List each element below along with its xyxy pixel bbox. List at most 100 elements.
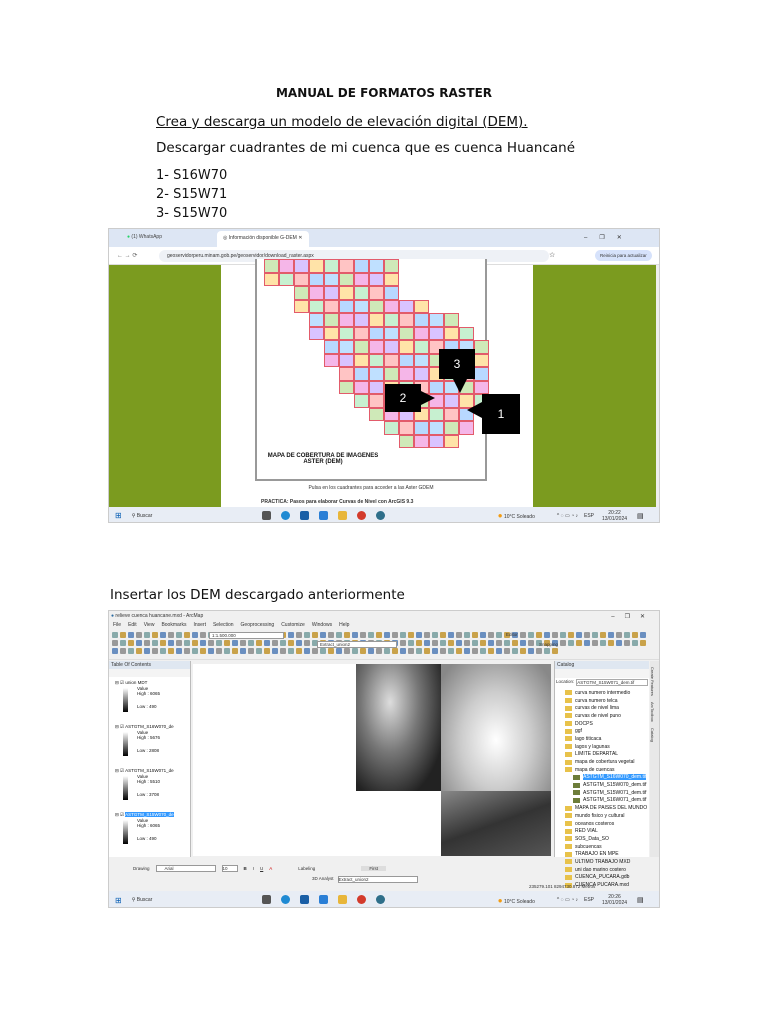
toolbar-tool-icon[interactable] bbox=[112, 648, 118, 654]
star-icon[interactable]: ☆ bbox=[549, 251, 555, 259]
toolbar-tool-icon[interactable] bbox=[152, 640, 158, 646]
layer-name[interactable]: ASTGTM_S15W070_de bbox=[125, 812, 174, 817]
drawing-menu[interactable]: Drawing bbox=[133, 866, 150, 871]
toolbar-tool-icon[interactable] bbox=[312, 632, 318, 638]
layer-name[interactable]: union MDT bbox=[125, 680, 147, 685]
toolbar-tool-icon[interactable] bbox=[352, 632, 358, 638]
toolbar-tool-icon[interactable] bbox=[632, 632, 638, 638]
quadrant-cell[interactable] bbox=[384, 340, 399, 354]
toolbar-tool-icon[interactable] bbox=[240, 648, 246, 654]
toolbar-tool-icon[interactable] bbox=[200, 632, 206, 638]
toolbar-tool-icon[interactable] bbox=[520, 648, 526, 654]
toolbar-tool-icon[interactable] bbox=[344, 648, 350, 654]
toolbar-tool-icon[interactable] bbox=[520, 632, 526, 638]
quadrant-cell[interactable] bbox=[294, 286, 309, 300]
quadrant-cell[interactable] bbox=[384, 272, 399, 286]
toolbar-tool-icon[interactable] bbox=[448, 640, 454, 646]
toolbar-tool-icon[interactable] bbox=[424, 648, 430, 654]
quadrant-cell[interactable] bbox=[384, 367, 399, 381]
quadrant-cell[interactable] bbox=[384, 259, 399, 273]
quadrant-cell[interactable] bbox=[384, 421, 399, 435]
menu-file[interactable]: File bbox=[113, 622, 121, 628]
quadrant-cell[interactable] bbox=[414, 299, 429, 313]
tab-whatsapp[interactable]: ● (1) WhatsApp bbox=[127, 234, 162, 240]
catalog-item[interactable]: DOCPS bbox=[555, 720, 649, 728]
toolbar-tool-icon[interactable] bbox=[512, 640, 518, 646]
quadrant-cell[interactable] bbox=[399, 326, 414, 340]
quadrant-cell[interactable] bbox=[339, 326, 354, 340]
quadrant-cell[interactable] bbox=[459, 326, 474, 340]
weather-status[interactable]: ● 10°C Soleado bbox=[498, 896, 535, 905]
weather-status[interactable]: ● 10°C Soleado bbox=[498, 511, 535, 520]
toolbar-tool-icon[interactable] bbox=[536, 648, 542, 654]
toc-layer[interactable]: ⊟ ☑ ASTGTM_S15W071_de Value High : 5510 … bbox=[109, 765, 190, 809]
toolbar-tool-icon[interactable] bbox=[472, 632, 478, 638]
toolbar-tool-icon[interactable] bbox=[584, 632, 590, 638]
toolbar-tool-icon[interactable] bbox=[528, 648, 534, 654]
font-select[interactable]: Arial bbox=[155, 865, 216, 872]
quadrant-cell[interactable] bbox=[354, 394, 369, 408]
analyst-toolbar[interactable]: 3D Analyst Extract_union2 bbox=[312, 876, 418, 883]
taskbar-apps[interactable] bbox=[257, 891, 390, 907]
quadrant-cell[interactable] bbox=[369, 394, 384, 408]
quadrant-cell[interactable] bbox=[324, 353, 339, 367]
quadrant-cell[interactable] bbox=[369, 299, 384, 313]
quadrant-cell[interactable] bbox=[324, 313, 339, 327]
catalog-item[interactable]: ggf bbox=[555, 727, 649, 735]
toolbar-tool-icon[interactable] bbox=[240, 640, 246, 646]
toolbar-tool-icon[interactable] bbox=[432, 632, 438, 638]
toolbar-tool-icon[interactable] bbox=[344, 632, 350, 638]
toolbar-tool-icon[interactable] bbox=[416, 648, 422, 654]
toolbar-tool-icon[interactable] bbox=[440, 648, 446, 654]
toolbar-tool-icon[interactable] bbox=[288, 640, 294, 646]
toolbar-tool-icon[interactable] bbox=[448, 632, 454, 638]
quadrant-cell[interactable] bbox=[309, 299, 324, 313]
quadrant-cell[interactable] bbox=[369, 286, 384, 300]
location-input[interactable]: ASTGTM_S15W071_dem.tif bbox=[576, 679, 648, 686]
quadrant-cell[interactable] bbox=[354, 286, 369, 300]
toolbar-tool-icon[interactable] bbox=[592, 632, 598, 638]
toolbar-tool-icon[interactable] bbox=[552, 632, 558, 638]
quadrant-cell[interactable] bbox=[339, 353, 354, 367]
toolbar-tool-icon[interactable] bbox=[488, 632, 494, 638]
toolbar-tool-icon[interactable] bbox=[176, 648, 182, 654]
menu-geoprocessing[interactable]: Geoprocessing bbox=[241, 622, 275, 628]
toolbar-tool-icon[interactable] bbox=[496, 632, 502, 638]
quadrant-cell[interactable] bbox=[324, 286, 339, 300]
toolbar-tool-icon[interactable] bbox=[248, 640, 254, 646]
windows-start-icon[interactable]: ⊞ bbox=[115, 896, 122, 905]
toolbar-tool-icon[interactable] bbox=[440, 632, 446, 638]
toolbar-tool-icon[interactable] bbox=[424, 640, 430, 646]
quadrant-cell[interactable] bbox=[399, 313, 414, 327]
toolbar-tool-icon[interactable] bbox=[408, 632, 414, 638]
toolbar-tool-icon[interactable] bbox=[184, 648, 190, 654]
toolbar-tool-icon[interactable] bbox=[392, 648, 398, 654]
toolbar-tool-icon[interactable] bbox=[384, 648, 390, 654]
toolbar-tool-icon[interactable] bbox=[448, 648, 454, 654]
quadrant-cell[interactable] bbox=[339, 340, 354, 354]
toolbar-tool-icon[interactable] bbox=[616, 632, 622, 638]
catalog-item[interactable]: ASTGTM_S15W071_dem.tif bbox=[555, 789, 649, 797]
toolbar-tool-icon[interactable] bbox=[168, 632, 174, 638]
tab-active[interactable]: ◎ Información disponible G-DEM ✕ bbox=[217, 231, 309, 247]
toc-layer[interactable]: ⊟ ☑ ASTGTM_S16W070_de Value High : 5676 … bbox=[109, 721, 190, 765]
language[interactable]: ESP bbox=[584, 513, 594, 519]
tab-arctoolbox[interactable]: ArcToolbox bbox=[650, 702, 655, 722]
toolbar-tool-icon[interactable] bbox=[488, 648, 494, 654]
quadrant-cell[interactable] bbox=[309, 259, 324, 273]
map-view[interactable] bbox=[193, 664, 551, 856]
toolbar-tool-icon[interactable] bbox=[624, 632, 630, 638]
toolbar-tool-icon[interactable] bbox=[328, 632, 334, 638]
toolbar-tool-icon[interactable] bbox=[192, 648, 198, 654]
layer-checkbox[interactable]: ⊟ ☑ bbox=[115, 768, 124, 773]
toolbar-tool-icon[interactable] bbox=[176, 640, 182, 646]
menu-view[interactable]: View bbox=[144, 622, 155, 628]
toolbar-tool-icon[interactable] bbox=[304, 640, 310, 646]
catalog-item[interactable]: mundo fisico y cultural bbox=[555, 812, 649, 820]
toolbar-tool-icon[interactable] bbox=[472, 640, 478, 646]
snapping-menu[interactable]: Snapping bbox=[539, 642, 558, 647]
quadrant-cell[interactable] bbox=[354, 272, 369, 286]
quadrant-cell[interactable] bbox=[369, 340, 384, 354]
layer-checkbox[interactable]: ⊟ ☑ bbox=[115, 680, 124, 685]
update-button[interactable]: Reinicia para actualizar bbox=[595, 250, 652, 261]
